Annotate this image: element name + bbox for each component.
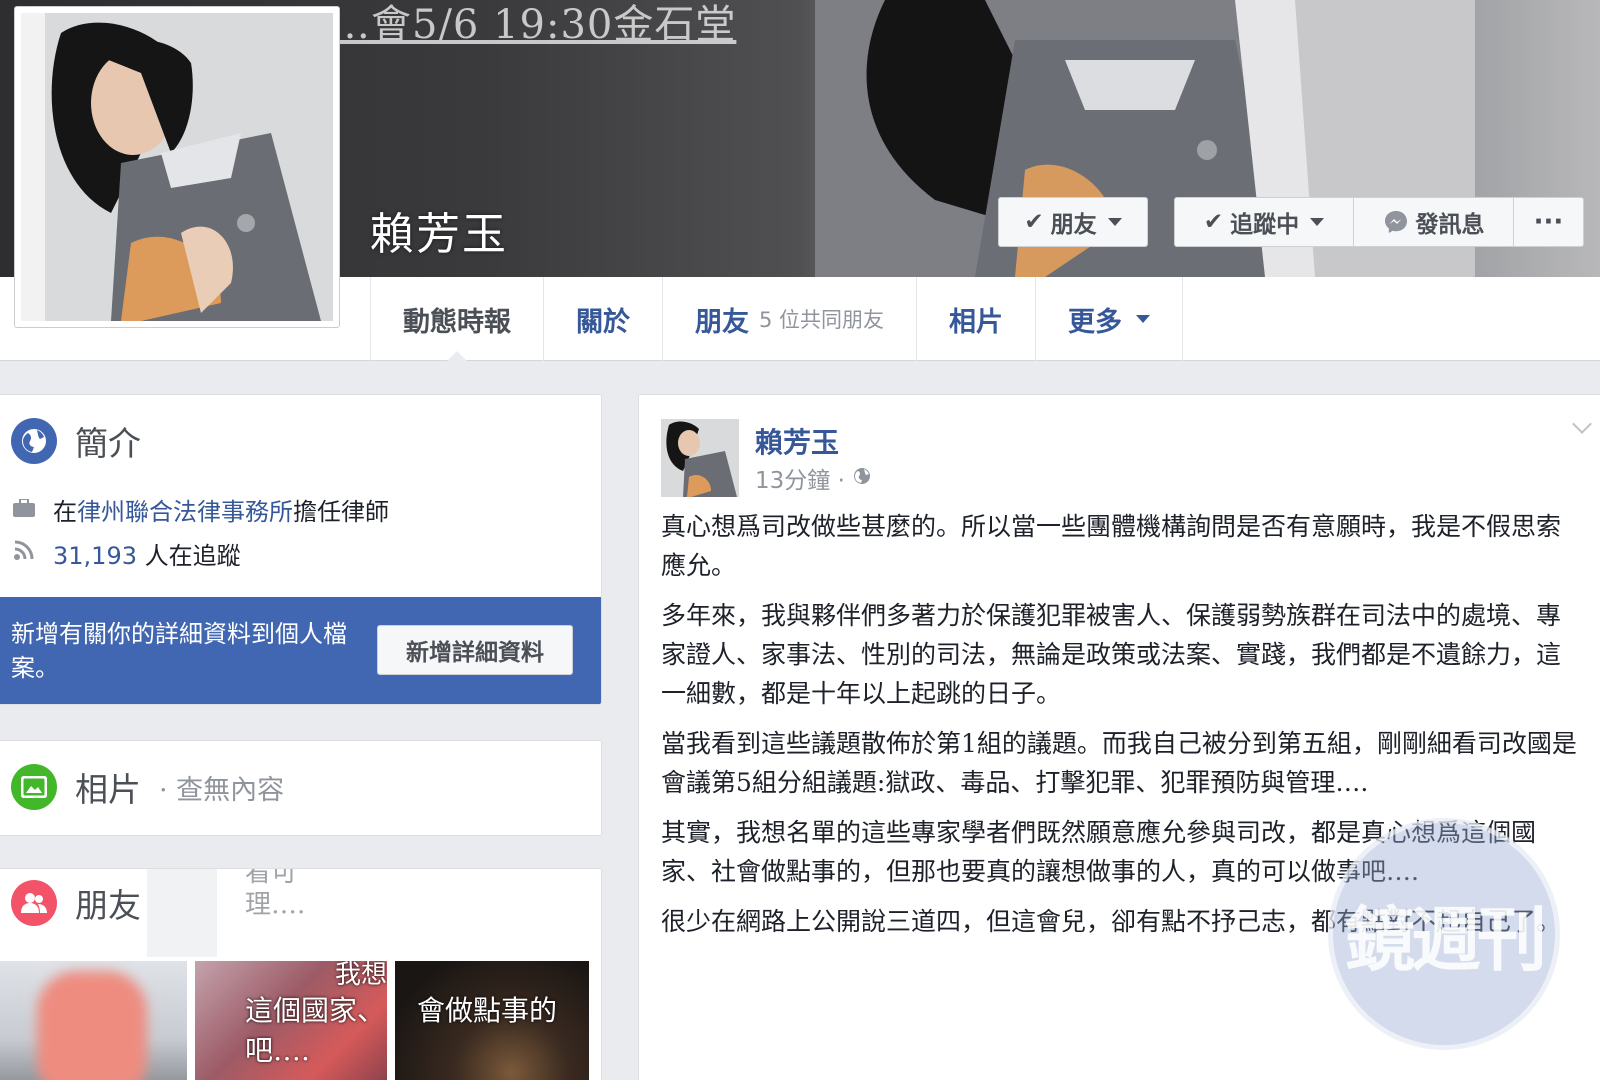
post-time-text: 13分鐘 · <box>755 468 845 494</box>
tab-label: 朋友 <box>695 306 749 338</box>
friends-icon <box>11 880 57 926</box>
tab-label: 關於 <box>576 306 630 338</box>
chevron-down-icon <box>1310 218 1325 226</box>
profile-tabs: 動態時報 關於 朋友 5 位共同朋友 相片 更多 <box>370 277 1184 362</box>
tab-label: 動態時報 <box>403 306 511 338</box>
add-details-prompt: 新增有關你的詳細資料到個人檔案。 新增詳細資料 <box>0 597 601 704</box>
action-button-group: ✔ 追蹤中 發訊息 ··· <box>1174 197 1584 247</box>
cover-banner-text: …會5/6 19:30金石堂 <box>330 2 737 48</box>
publication-watermark-logo: 鏡週刊 <box>1328 818 1560 1050</box>
watermark-text: 鏡週刊 <box>1345 897 1547 981</box>
tab-friends[interactable]: 朋友 5 位共同朋友 <box>662 277 916 361</box>
ghost-text: 理…. <box>245 890 306 920</box>
tab-photos[interactable]: 相片 <box>916 277 1035 361</box>
followers-text[interactable]: 31,193 人在追蹤 <box>53 536 241 571</box>
friend-thumbnails: 我想 這個國家、 吧…. 會做點事的 <box>0 961 601 1080</box>
thumb-text: 這個國家、 <box>245 994 386 1027</box>
thumb-text: 會做點事的 <box>417 994 558 1027</box>
employer-link[interactable]: 律州聯合法律事務所 <box>77 498 293 526</box>
message-button[interactable]: 發訊息 <box>1354 197 1514 247</box>
more-options-button[interactable]: ··· <box>1514 197 1584 247</box>
photos-title[interactable]: 相片 <box>75 763 141 811</box>
rss-icon <box>13 539 35 567</box>
friend-thumbnail[interactable] <box>0 961 187 1080</box>
friends-title[interactable]: 朋友 <box>75 879 141 927</box>
photos-empty: · 查無內容 <box>159 774 285 806</box>
friend-label: 朋友 <box>1050 212 1097 238</box>
intro-title: 簡介 <box>75 424 141 463</box>
friend-thumbnail[interactable]: 會做點事的 <box>395 961 589 1080</box>
check-icon: ✔ <box>1024 209 1044 235</box>
thumb-text: 我想 <box>335 961 387 990</box>
friends-card: 朋友 看可 理…. 我想 這個國家、 吧…. 會做點事的 <box>0 868 602 1080</box>
followers-suffix: 人在追蹤 <box>144 541 241 570</box>
globe-icon <box>11 418 57 464</box>
following-label: 追蹤中 <box>1230 212 1300 238</box>
work-info: 在律州聯合法律事務所擔任律師 <box>0 487 601 531</box>
work-prefix: 在 <box>53 497 77 526</box>
message-label: 發訊息 <box>1415 212 1485 238</box>
followers-info: 31,193 人在追蹤 <box>0 531 601 575</box>
briefcase-icon <box>13 495 35 523</box>
tab-label: 更多 <box>1068 306 1123 338</box>
blurred-overlay <box>147 869 217 957</box>
tab-about[interactable]: 關於 <box>543 277 662 361</box>
tab-label: 相片 <box>949 306 1004 338</box>
friend-status-button[interactable]: ✔ 朋友 <box>998 197 1148 247</box>
chevron-down-icon <box>1136 315 1151 323</box>
post-timestamp[interactable]: 13分鐘 · <box>755 461 871 495</box>
post-paragraph: 當我看到這些議題散佈於第1組的議題。而我自己被分到第五組，剛剛細看司改國是會議第… <box>661 729 1577 797</box>
work-suffix: 擔任律師 <box>293 497 389 526</box>
avatar <box>21 13 333 321</box>
friend-thumbnail[interactable]: 我想 這個國家、 吧…. <box>195 961 387 1080</box>
followers-count: 31,193 <box>53 541 137 570</box>
photo-icon <box>11 764 57 810</box>
add-details-text: 新增有關你的詳細資料到個人檔案。 <box>11 620 347 682</box>
photos-card: 相片 · 查無內容 <box>0 740 602 836</box>
globe-icon <box>853 465 871 491</box>
tab-timeline[interactable]: 動態時報 <box>370 277 543 362</box>
profile-picture[interactable] <box>14 6 340 328</box>
post-options-chevron-icon[interactable] <box>1572 414 1592 434</box>
intro-card: 簡介 在律州聯合法律事務所擔任律師 31,193 人在追蹤 新增有關你的詳細資料… <box>0 394 602 705</box>
messenger-icon <box>1384 211 1407 233</box>
blurred-face <box>37 971 147 1080</box>
post-author-name[interactable]: 賴芳玉 <box>755 421 839 461</box>
tab-more[interactable]: 更多 <box>1035 277 1184 361</box>
following-button[interactable]: ✔ 追蹤中 <box>1174 197 1354 247</box>
add-details-button[interactable]: 新增詳細資料 <box>377 625 573 675</box>
post-author-avatar[interactable] <box>661 419 739 497</box>
profile-name[interactable]: 賴芳玉 <box>370 198 508 262</box>
check-icon: ✔ <box>1203 209 1224 235</box>
post-paragraph: 多年來，我與夥伴們多著力於保護犯罪被害人、保護弱勢族群在司法中的處境、專家證人、… <box>661 601 1562 708</box>
ellipsis-icon: ··· <box>1533 207 1564 237</box>
mutual-friends-count: 5 位共同朋友 <box>759 308 885 332</box>
intro-header: 簡介 <box>0 395 601 465</box>
work-text: 在律州聯合法律事務所擔任律師 <box>53 492 389 527</box>
photos-header: 相片 · 查無內容 <box>0 741 601 811</box>
chevron-down-icon <box>1107 218 1122 226</box>
post-paragraph: 真心想爲司改做些甚麼的。所以當一些團體機構詢問是否有意願時，我是不假思索應允。 <box>661 512 1562 580</box>
thumb-text: 吧…. <box>245 1034 310 1067</box>
